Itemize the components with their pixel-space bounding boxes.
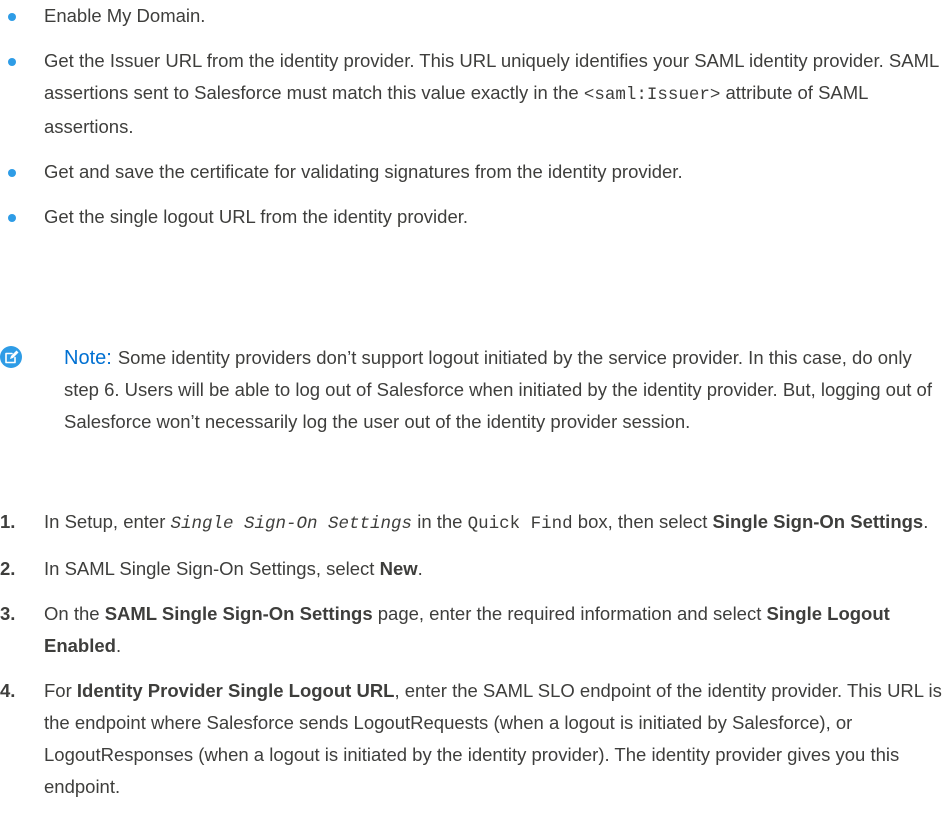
note-label: Note:: [64, 347, 112, 369]
ui-label-bold: SAML Single Sign-On Settings: [104, 603, 373, 624]
list-item: Enable My Domain.: [0, 0, 951, 32]
step-number: 1.: [0, 511, 16, 532]
list-item: Get the Issuer URL from the identity pro…: [0, 45, 951, 143]
note-body: Note: Some identity providers don’t suppo…: [0, 342, 951, 438]
document-page: Enable My Domain. Get the Issuer URL fro…: [0, 0, 951, 797]
step-item: 3. On the SAML Single Sign-On Settings p…: [0, 598, 951, 662]
step-number: 2.: [0, 558, 16, 579]
step-text: box, then select: [572, 511, 713, 532]
step-item: 2. In SAML Single Sign-On Settings, sele…: [0, 553, 951, 585]
step-text: .: [115, 635, 122, 656]
ui-label-bold: Identity Provider Single Logout URL: [76, 680, 395, 701]
note-text: Some identity providers don’t support lo…: [64, 347, 932, 432]
list-item: Get and save the certificate for validat…: [0, 156, 951, 188]
note-edit-icon: [0, 346, 22, 368]
step-text: In SAML Single Sign-On Settings, select: [44, 558, 380, 579]
step-text: On the: [44, 603, 105, 624]
search-term-code: Single Sign-On Settings: [170, 514, 413, 534]
bullet-text: Get and save the certificate for validat…: [44, 161, 683, 182]
steps-list: 1. In Setup, enter Single Sign-On Settin…: [0, 506, 951, 816]
bullet-text: Get the single logout URL from the ident…: [44, 206, 469, 227]
bullet-dot-icon: [8, 13, 16, 21]
list-item: Get the single logout URL from the ident…: [0, 201, 951, 233]
step-number: 4.: [0, 680, 16, 701]
step-item: 1. In Setup, enter Single Sign-On Settin…: [0, 506, 951, 540]
bullet-dot-icon: [8, 58, 16, 66]
step-number: 3.: [0, 603, 16, 624]
quick-find-code: Quick Find: [467, 514, 573, 534]
ui-label-bold: New: [379, 558, 418, 579]
prerequisite-list: Enable My Domain. Get the Issuer URL fro…: [0, 0, 951, 246]
bullet-dot-icon: [8, 214, 16, 222]
note-callout: Note: Some identity providers don’t suppo…: [0, 342, 951, 438]
step-text: .: [923, 511, 929, 532]
ui-label-bold: Single Sign-On Settings: [712, 511, 924, 532]
step-text: in the: [412, 511, 468, 532]
step-item: 4. For Identity Provider Single Logout U…: [0, 675, 951, 803]
step-text: In Setup, enter: [44, 511, 171, 532]
bullet-dot-icon: [8, 169, 16, 177]
step-text: For: [44, 680, 77, 701]
step-text: .: [417, 558, 423, 579]
issuer-code: <saml:Issuer>: [583, 85, 721, 105]
step-text: page, enter the required information and…: [372, 603, 767, 624]
bullet-text: Enable My Domain.: [44, 5, 206, 26]
